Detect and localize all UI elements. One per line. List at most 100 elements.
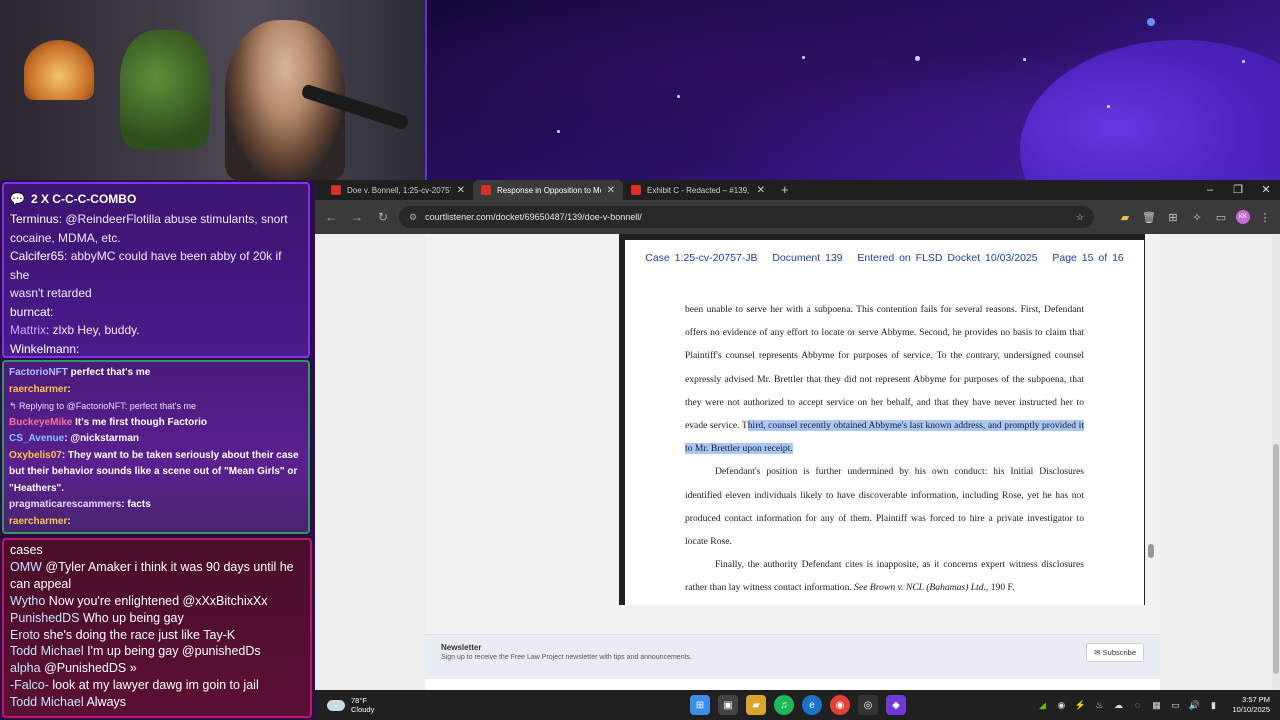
pdf-scrollbar[interactable]	[1145, 234, 1157, 605]
chat-username[interactable]: Todd Michael	[10, 695, 84, 709]
trash-icon[interactable]: 🗑	[1140, 211, 1158, 224]
profile-avatar[interactable]: KK	[1236, 210, 1250, 224]
chat-username[interactable]: -Falco-	[10, 678, 49, 692]
browser-tab[interactable]: Response in Opposition to Mo ✕	[473, 180, 623, 200]
chat-username[interactable]: Oxybelis07	[9, 450, 62, 461]
tray-app-icon[interactable]: ☁	[1112, 700, 1124, 711]
chat-username[interactable]: alpha	[10, 661, 41, 675]
weather-condition: Cloudy	[351, 705, 375, 714]
page-scrollbar[interactable]	[1272, 234, 1280, 690]
chat-username[interactable]: Mattrix	[10, 323, 46, 337]
chat-text: :	[76, 341, 80, 356]
chat-message: cocaine, MDMA, etc.	[10, 229, 302, 248]
chat-username[interactable]: ↰ Replying to @FactorioNFT:	[9, 401, 127, 411]
forward-icon[interactable]: →	[347, 210, 367, 224]
chat-username[interactable]: BuckeyeMike	[9, 417, 72, 428]
tray-app-icon[interactable]: ▦	[1150, 700, 1162, 711]
chat-username[interactable]: Eroto	[10, 628, 40, 642]
chat-username[interactable]: OMW	[10, 560, 42, 574]
chat-message: ↰ Replying to @FactorioNFT: perfect that…	[9, 398, 303, 415]
chat-message: Oxybelis07: They want to be taken seriou…	[9, 448, 303, 465]
tray-app-icon[interactable]: ◌	[1131, 700, 1143, 710]
close-tab-icon[interactable]: ✕	[457, 185, 465, 196]
back-icon[interactable]: ←	[321, 210, 341, 224]
chat-username[interactable]: PunishedDS	[10, 611, 80, 625]
close-tab-icon[interactable]: ✕	[607, 185, 615, 196]
subscribe-button[interactable]: ✉ Subscribe	[1086, 643, 1144, 662]
chat-username[interactable]: Calcifer65	[10, 249, 64, 263]
chat-text: @PunishedDS »	[40, 661, 137, 676]
maximize-icon[interactable]: ❐	[1224, 180, 1252, 200]
reload-icon[interactable]: ↻	[373, 210, 393, 224]
pdf-favicon-icon	[631, 185, 641, 195]
chat-text: : zlxb Hey, buddy.	[46, 323, 140, 337]
chat-message: CS_Avenue: @nickstarman	[9, 431, 303, 448]
chat-username[interactable]: raercharmer	[9, 516, 67, 527]
planet-graphic	[1020, 40, 1280, 180]
chat-text: Always	[83, 695, 127, 710]
tray-app-icon[interactable]: ◉	[1055, 700, 1067, 711]
chat-username[interactable]: FactorioNFT	[9, 367, 68, 378]
close-window-icon[interactable]: ✕	[1252, 180, 1280, 200]
menu-icon[interactable]: ⋮	[1256, 211, 1274, 224]
chat-text: perfect that's me	[127, 401, 196, 411]
close-tab-icon[interactable]: ✕	[757, 185, 765, 196]
start-icon[interactable]: ⊞	[690, 695, 710, 715]
extension-icon[interactable]: ⊞	[1164, 211, 1182, 224]
pdf-favicon-icon	[481, 185, 491, 195]
browser-tab[interactable]: Doe v. Bonnell, 1:25-cv-20757 ✕	[323, 180, 473, 200]
bookmark-star-icon[interactable]: ☆	[1076, 212, 1084, 223]
file-explorer-icon[interactable]: ▰	[746, 695, 766, 715]
chat-text: "Heathers".	[9, 482, 65, 494]
chat-message: BuckeyeMike It's me first though Factori…	[9, 415, 303, 432]
chat-username[interactable]: Wytho	[10, 594, 45, 608]
site-info-icon[interactable]: ⚙	[409, 212, 417, 223]
new-tab-button[interactable]: +	[773, 180, 797, 200]
window-controls: – ❐ ✕	[1196, 180, 1280, 200]
battery-icon[interactable]: ▮	[1207, 700, 1219, 711]
tab-strip: Doe v. Bonnell, 1:25-cv-20757 ✕ Response i…	[315, 180, 1280, 200]
chat-text: : They want to be taken seriously about …	[61, 449, 299, 461]
chat-username[interactable]: raercharmer	[9, 384, 67, 395]
url-text: courtlistener.com/docket/69650487/139/do…	[425, 212, 642, 222]
minimize-icon[interactable]: –	[1196, 180, 1224, 200]
task-view-icon[interactable]: ▣	[718, 695, 738, 715]
chat-text: :	[50, 304, 54, 319]
chat-message: Eroto she's doing the race just like Tay…	[10, 627, 304, 644]
chat-panel-top: 💬 2 X C-C-C-COMBO Terminus: @ReindeerFlo…	[2, 182, 310, 358]
chrome-icon[interactable]: ◉	[830, 695, 850, 715]
browser-tab[interactable]: Exhibit C - Redacted – #139, At ✕	[623, 180, 773, 200]
screen: 💬 2 X C-C-C-COMBO Terminus: @ReindeerFlo…	[0, 0, 1280, 720]
sidebar-icon[interactable]: ▭	[1212, 211, 1230, 224]
chat-username[interactable]: Winkelmann	[10, 342, 76, 356]
steam-icon[interactable]: ♨	[1093, 700, 1105, 711]
chat-username[interactable]: burncat	[10, 305, 50, 319]
spotify-icon[interactable]: ♫	[774, 695, 794, 715]
page-viewport: Case 1:25-cv-20757-JB Document 139 Enter…	[315, 234, 1280, 690]
chat-message: pragmaticarescammers: true	[9, 530, 303, 534]
weather-widget[interactable]: 78°F Cloudy	[327, 696, 374, 714]
obs-icon[interactable]: ◎	[858, 695, 878, 715]
address-bar[interactable]: ⚙ courtlistener.com/docket/69650487/139/…	[399, 206, 1094, 228]
webcam-feed	[0, 0, 427, 180]
chat-username[interactable]: Todd Michael	[10, 644, 84, 658]
chat-username[interactable]: pragmaticarescammers	[9, 499, 121, 510]
folder-icon[interactable]: ▰	[1116, 211, 1134, 224]
network-icon[interactable]: ▭	[1169, 700, 1181, 711]
puzzle-icon[interactable]: ✧	[1188, 211, 1206, 224]
chat-username[interactable]: pragmaticarescammers	[9, 532, 121, 534]
tray-app-icon[interactable]: ⚡	[1074, 700, 1086, 711]
clock[interactable]: 3:57 PM 10/10/2025	[1232, 695, 1270, 715]
nvidia-icon[interactable]: ◢	[1036, 700, 1048, 711]
chat-text: can appeal	[10, 576, 72, 591]
pdf-body: been unable to serve her with a subpoena…	[625, 298, 1144, 600]
cloud-icon	[327, 699, 345, 711]
app-icon[interactable]: ◆	[886, 695, 906, 715]
chat-text: It's me first though Factorio	[72, 416, 207, 428]
edge-icon[interactable]: e	[802, 695, 822, 715]
chat-message: Todd Michael Always	[10, 694, 304, 711]
volume-icon[interactable]: 🔊	[1188, 700, 1200, 711]
chat-username[interactable]: CS_Avenue	[9, 433, 64, 444]
pdf-favicon-icon	[331, 185, 341, 195]
chat-username[interactable]: Terminus	[10, 212, 59, 226]
